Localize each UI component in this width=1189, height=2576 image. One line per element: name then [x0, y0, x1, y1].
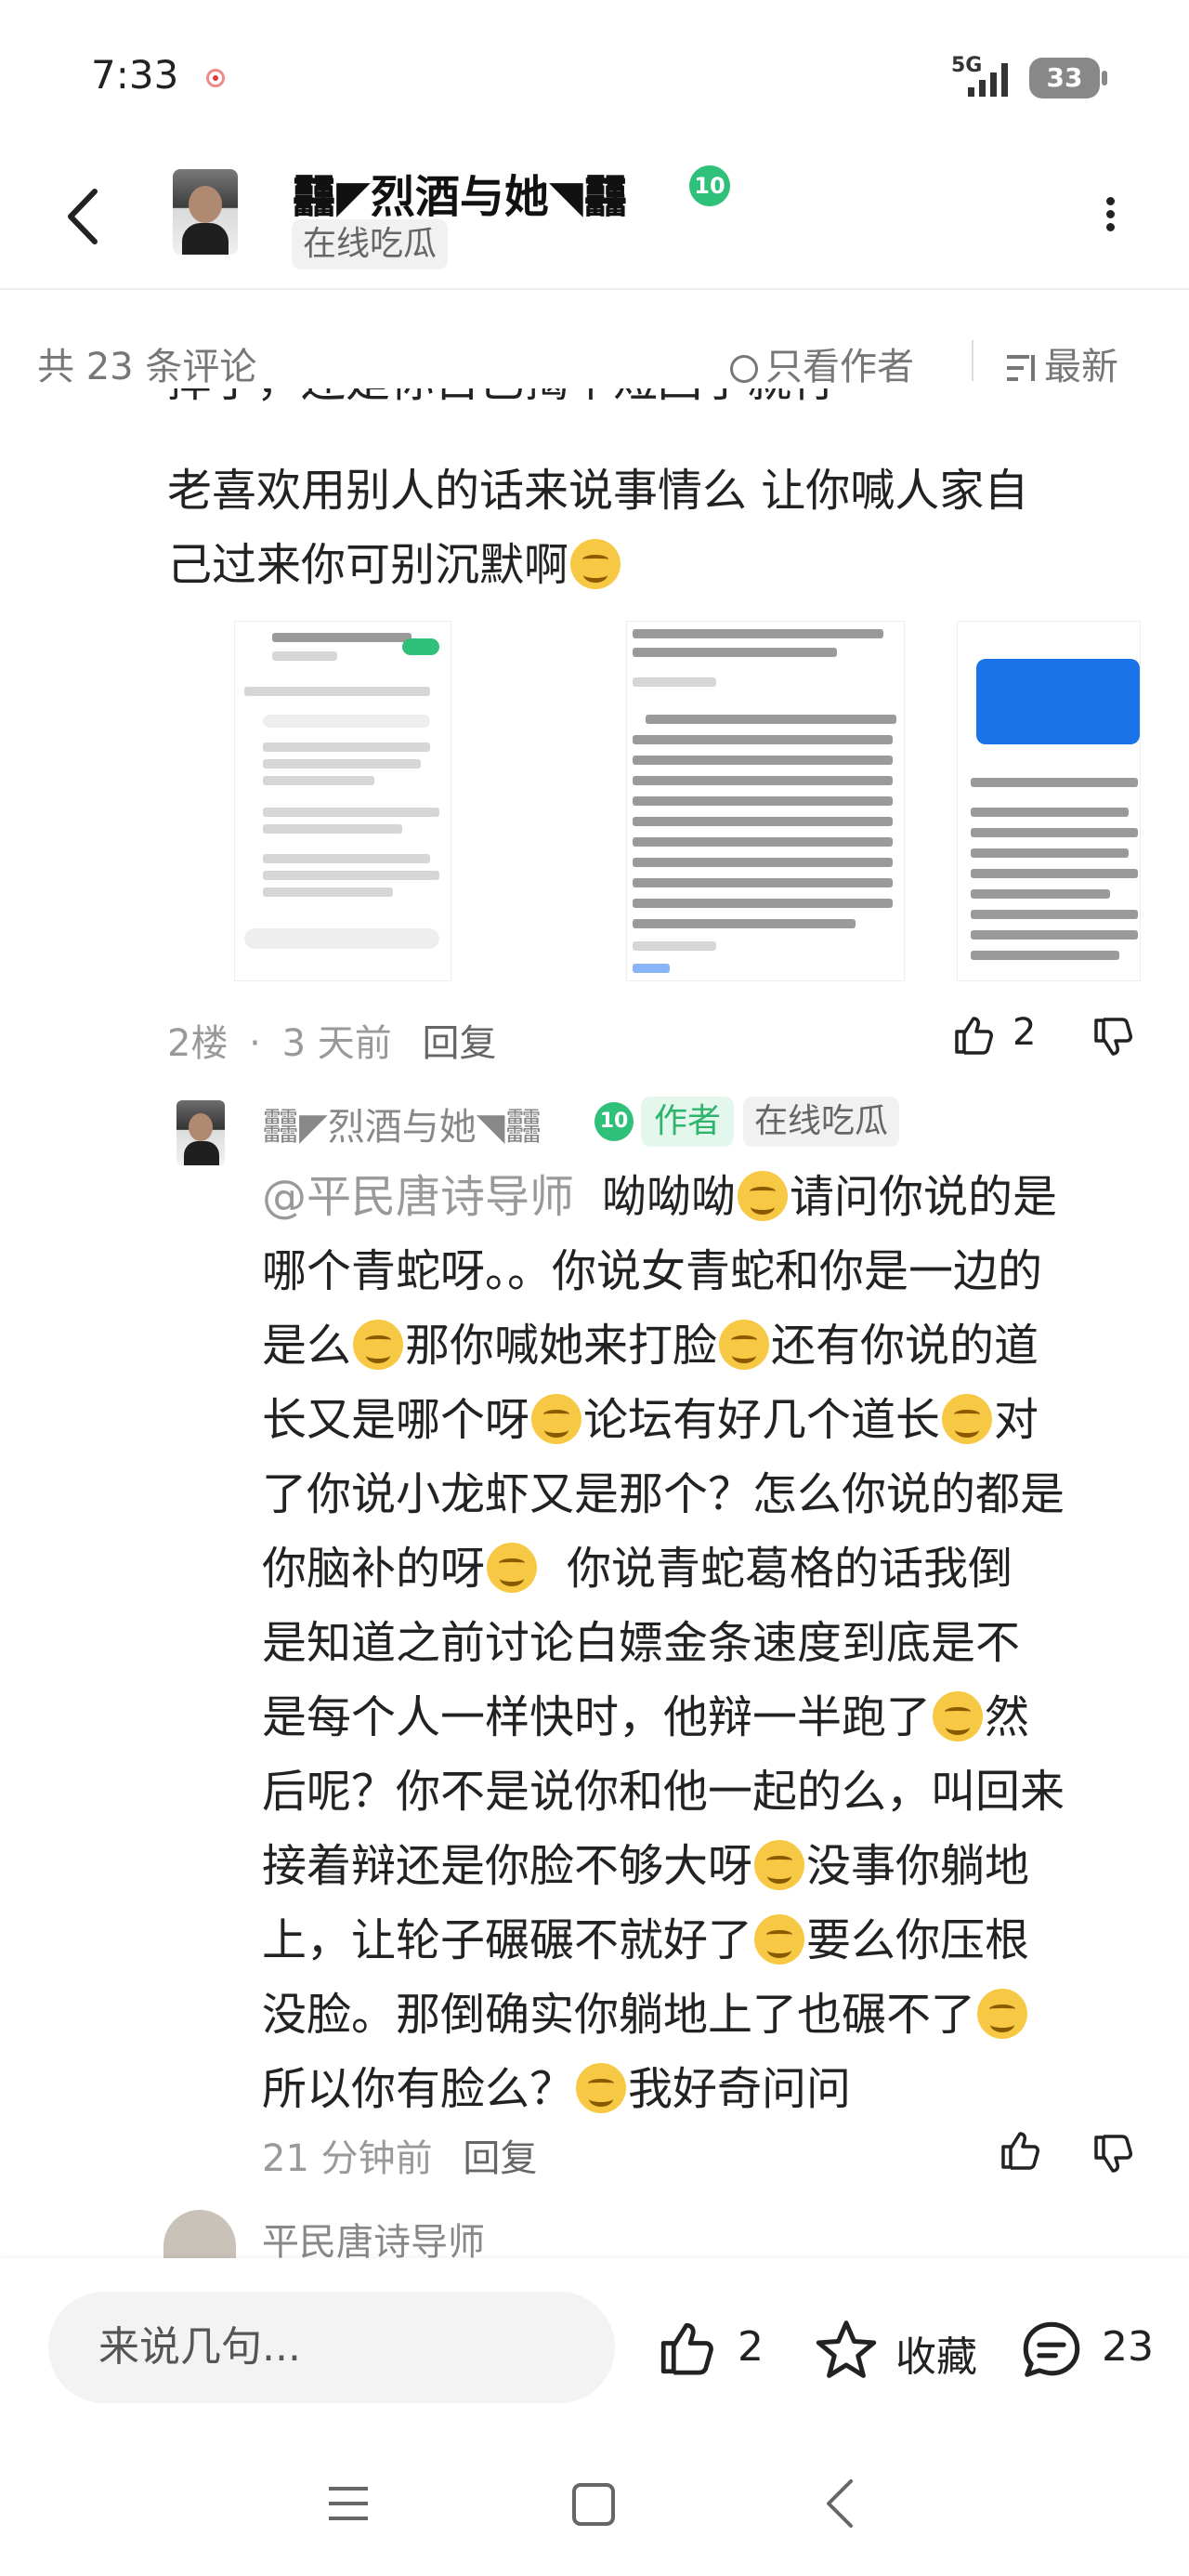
smile-emoji-icon — [754, 1840, 805, 1890]
reply-status-tag: 在线吃瓜 — [743, 1097, 900, 1147]
sort-icon — [1007, 355, 1035, 381]
post-text-line: 己过来你可别沉默啊 — [167, 528, 622, 602]
menu-icon[interactable] — [325, 2483, 372, 2524]
author-only-toggle[interactable]: 只看作者 — [730, 336, 914, 390]
reply-author-name[interactable]: 䨻◤烈酒与她◥䨻 — [262, 1097, 542, 1150]
level-badge: 10 — [689, 165, 730, 206]
author-tag: 作者 — [641, 1097, 735, 1147]
post-text-span: 己过来你可别沉默啊 — [167, 539, 569, 591]
reply-content: @平民唐诗导师 呦呦呦 请问你说的是 哪个青蛇呀。。你说女青蛇和你是一边的 是么 那你… — [262, 1171, 1065, 2115]
grin-emoji-icon — [570, 539, 621, 589]
reply-button[interactable]: 回复 — [423, 1022, 497, 1065]
comment-count: 共 23 条评论 — [37, 346, 257, 388]
status-tag: 在线吃瓜 — [292, 219, 449, 269]
post-time: 3 天前 — [281, 1022, 392, 1065]
separator — [972, 340, 973, 381]
favorite-button[interactable]: 收藏 — [814, 2318, 981, 2381]
smile-emoji-icon — [353, 1320, 404, 1370]
back-button[interactable] — [54, 178, 110, 253]
post-partial-line: 摔了，还是你自己揭个短回了就行 — [167, 388, 836, 422]
comment-icon — [1023, 2321, 1080, 2377]
smile-emoji-icon — [933, 1691, 984, 1741]
smirk-emoji-icon — [531, 1394, 582, 1444]
smile-emoji-icon — [576, 2063, 627, 2113]
dislike-icon[interactable] — [1091, 1015, 1135, 1059]
post-image-1[interactable] — [234, 621, 451, 981]
dislike-icon[interactable] — [1091, 2132, 1135, 2176]
bottom-like-count: 2 — [738, 2323, 764, 2371]
status-time: 7:33 — [91, 52, 179, 98]
more-button[interactable] — [1096, 186, 1124, 242]
more-icon — [1106, 197, 1115, 205]
radio-icon — [730, 355, 758, 383]
smile-emoji-icon — [942, 1394, 993, 1444]
recording-indicator-icon — [206, 69, 225, 87]
author-avatar[interactable] — [173, 169, 238, 255]
post-text-line: 老喜欢用别人的话来说事情么 让你喊人家自 — [167, 465, 1029, 517]
reply-meta: 21 分钟前 回复 — [262, 2128, 537, 2182]
sort-latest-button[interactable]: 最新 — [1005, 336, 1118, 390]
like-icon — [955, 1017, 993, 1055]
reply-reply-button[interactable]: 回复 — [463, 2137, 537, 2180]
like-button[interactable]: 2 — [951, 1011, 1044, 1063]
like-count: 2 — [1013, 1011, 1037, 1054]
smile-emoji-icon — [738, 1171, 789, 1221]
author-only-label: 只看作者 — [765, 346, 914, 388]
next-comment-avatar[interactable] — [163, 2210, 236, 2258]
floor-number: 2楼 — [167, 1022, 229, 1065]
mention-link[interactable]: @平民唐诗导师 — [262, 1171, 574, 1223]
post-image-3[interactable] — [957, 621, 1141, 981]
meta-dot: · — [249, 1022, 261, 1065]
nav-back-icon[interactable] — [821, 2477, 858, 2530]
signal-icon — [968, 63, 1008, 97]
comments-button[interactable]: 23 — [1018, 2318, 1157, 2377]
post-meta: 2楼 · 3 天前 回复 — [167, 1013, 497, 1067]
author-name[interactable]: 䨻◤烈酒与她◥䨻 — [292, 160, 628, 225]
reply-level-badge: 10 — [594, 1102, 634, 1141]
star-icon — [816, 2320, 877, 2378]
bottom-comment-count: 23 — [1102, 2323, 1154, 2371]
like-icon[interactable] — [998, 2128, 1042, 2173]
battery-indicator: 33 — [1029, 58, 1107, 99]
smile-emoji-icon — [977, 1989, 1028, 2039]
relieved-emoji-icon — [719, 1320, 770, 1370]
favorite-label: 收藏 — [895, 2333, 977, 2381]
comment-input[interactable]: 来说几句... — [48, 2292, 615, 2403]
reply-time: 21 分钟前 — [262, 2137, 433, 2180]
relieved-emoji-icon — [754, 1914, 805, 1965]
sort-label: 最新 — [1044, 346, 1118, 388]
home-icon[interactable] — [570, 2481, 617, 2528]
back-icon — [68, 189, 98, 244]
header-divider — [0, 288, 1189, 290]
post-image-2[interactable] — [626, 621, 905, 981]
reply-author-avatar[interactable] — [176, 1100, 225, 1165]
like-icon — [660, 2322, 713, 2375]
grin-emoji-icon — [487, 1543, 538, 1593]
